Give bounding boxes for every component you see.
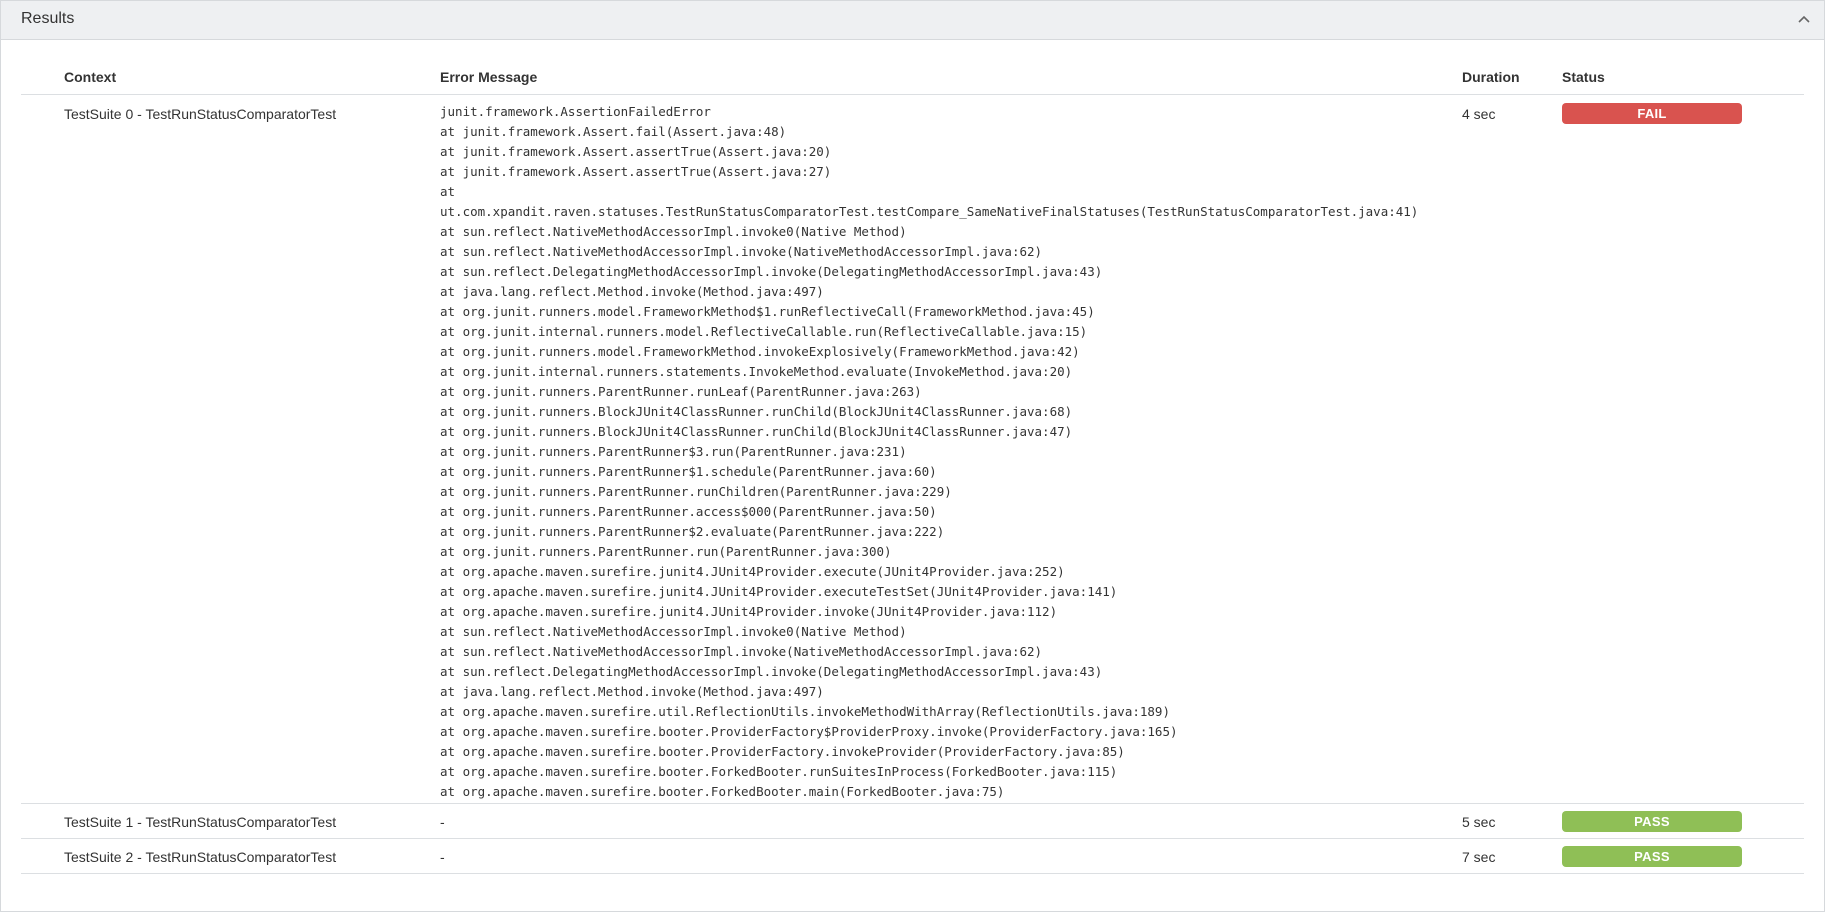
status-badge-fail: FAIL [1562,103,1742,124]
header-context[interactable]: Context [64,69,116,85]
status-badge-pass: PASS [1562,811,1742,832]
row-context: TestSuite 0 - TestRunStatusComparatorTes… [64,106,337,122]
table-header: Context Error Message Duration Status [21,57,1804,95]
status-badge-pass: PASS [1562,846,1742,867]
chevron-up-icon[interactable] [1796,11,1812,27]
header-duration[interactable]: Duration [1462,69,1520,85]
row-status: PASS [1562,846,1742,867]
row-error-message: junit.framework.AssertionFailedError at … [440,104,1419,799]
row-status: FAIL [1562,103,1742,124]
row-status: PASS [1562,811,1742,832]
row-error-message: - [440,849,445,865]
header-error-message[interactable]: Error Message [440,69,537,85]
row-error-message: - [440,814,445,830]
row-duration: 7 sec [1462,849,1496,865]
table-row: TestSuite 1 - TestRunStatusComparatorTes… [21,804,1804,839]
panel-title: Results [21,10,75,27]
row-duration: 5 sec [1462,814,1496,830]
row-context: TestSuite 1 - TestRunStatusComparatorTes… [64,814,337,830]
results-panel: Results Context Error Message Duration S… [0,0,1825,912]
table-row: TestSuite 2 - TestRunStatusComparatorTes… [21,839,1804,874]
table-row: TestSuite 0 - TestRunStatusComparatorTes… [21,95,1804,804]
row-duration: 4 sec [1462,106,1496,122]
header-status[interactable]: Status [1562,69,1605,85]
panel-header[interactable]: Results [1,1,1824,40]
results-table: Context Error Message Duration Status Te… [21,57,1804,874]
row-context: TestSuite 2 - TestRunStatusComparatorTes… [64,849,337,865]
